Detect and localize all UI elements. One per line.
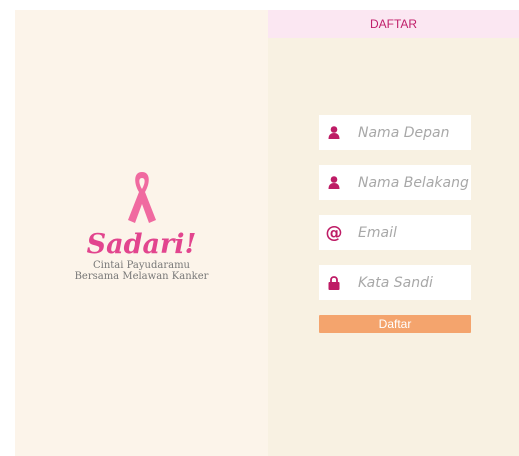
tagline-line-1: Cintai Payudaramu	[92, 260, 190, 271]
register-panel: DAFTAR Nama Depan Nama Belakang @ Email …	[268, 10, 519, 456]
last-name-placeholder: Nama Belakang	[358, 174, 469, 191]
email-placeholder: Email	[358, 224, 397, 241]
page-title: DAFTAR	[268, 10, 519, 38]
pink-ribbon-icon	[127, 172, 156, 223]
first-name-field[interactable]: Nama Depan	[319, 115, 471, 150]
user-icon	[319, 176, 349, 189]
app-frame: Sadari! Cintai Payudaramu Bersama Melawa…	[15, 10, 519, 456]
last-name-field[interactable]: Nama Belakang	[319, 165, 471, 200]
brand-block: Sadari! Cintai Payudaramu Bersama Melawa…	[15, 168, 268, 282]
user-icon	[319, 126, 349, 139]
app-name: Sadari!	[86, 229, 197, 260]
email-field[interactable]: @ Email	[319, 215, 471, 250]
first-name-placeholder: Nama Depan	[358, 124, 450, 141]
tagline-line-2: Bersama Melawan Kanker	[74, 271, 209, 282]
at-icon: @	[325, 222, 343, 243]
register-button[interactable]: Daftar	[319, 315, 471, 333]
password-placeholder: Kata Sandi	[358, 274, 433, 291]
branding-panel: Sadari! Cintai Payudaramu Bersama Melawa…	[15, 10, 268, 456]
lock-icon	[319, 275, 349, 290]
password-field[interactable]: Kata Sandi	[319, 265, 471, 300]
